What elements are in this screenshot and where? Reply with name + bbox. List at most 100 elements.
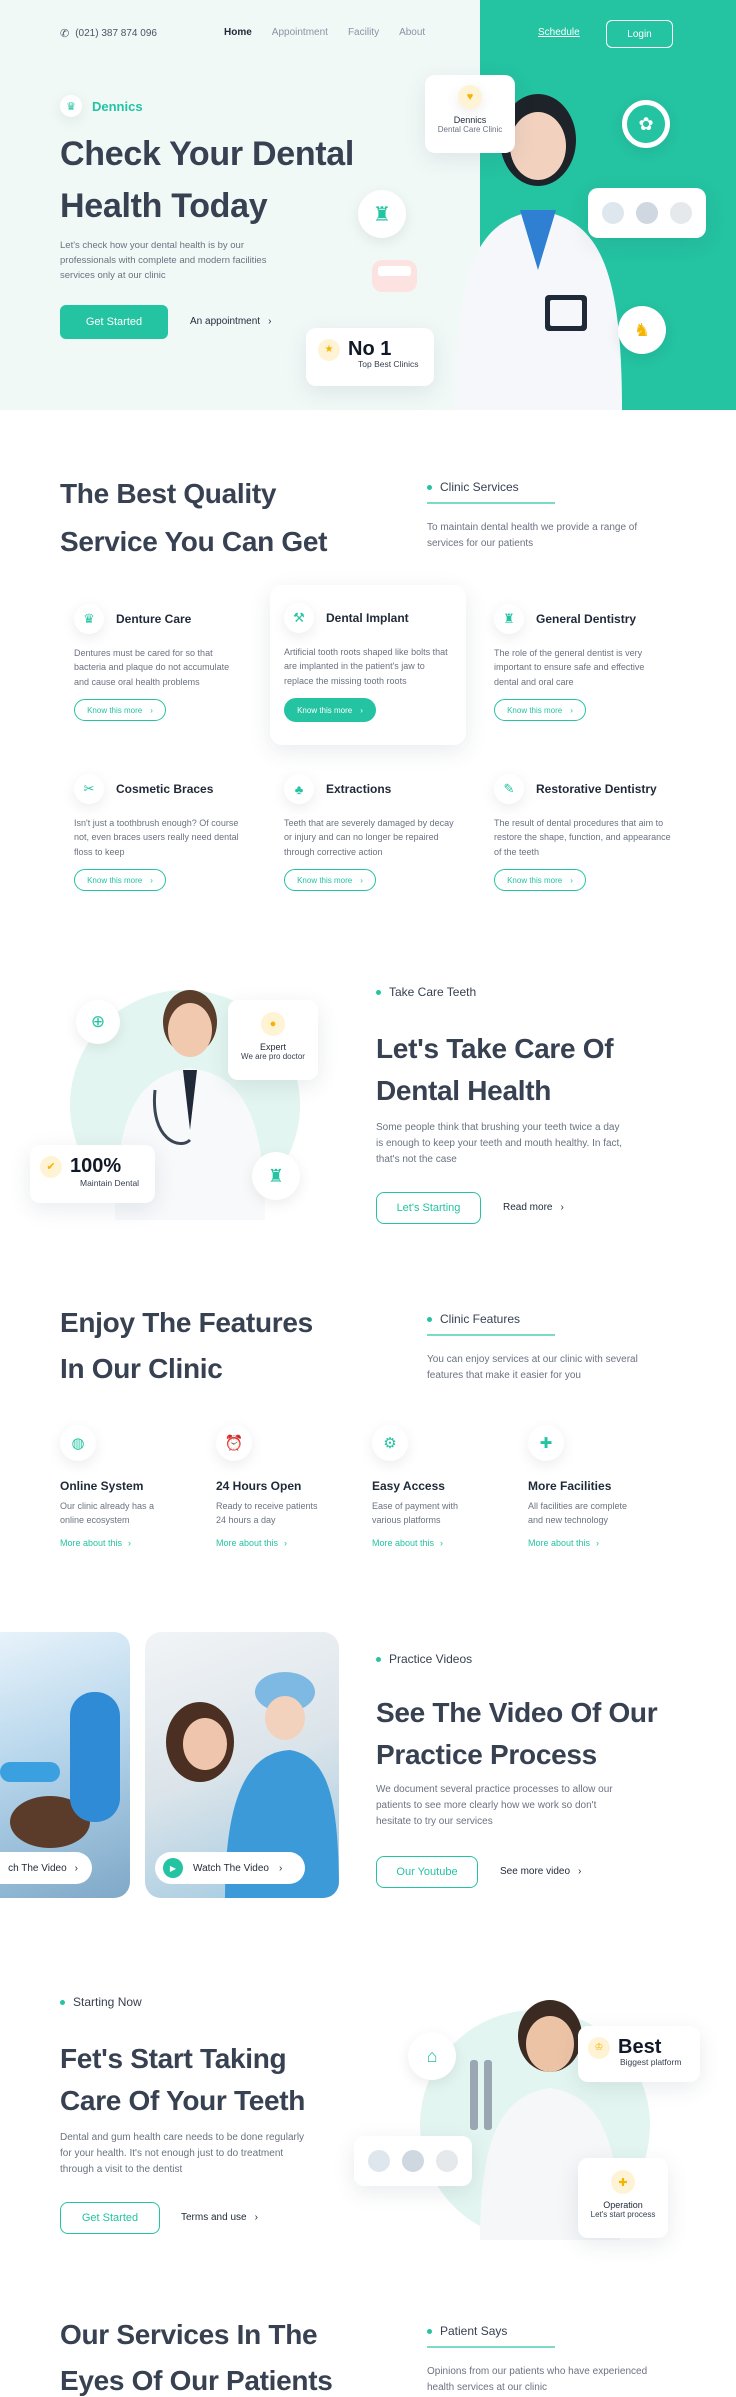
implant-icon: ⚒ <box>284 603 314 633</box>
chevron-right-icon: › <box>128 1537 132 1548</box>
header-phone[interactable]: ✆ (021) 387 874 096 <box>60 27 157 40</box>
care-starting-button[interactable]: Let's Starting <box>376 1192 481 1224</box>
patients-intro: Opinions from our patients who have expe… <box>427 2366 648 2393</box>
chevron-right-icon: › <box>360 875 363 885</box>
nav-appointment[interactable]: Appointment <box>272 27 328 38</box>
terms-link[interactable]: Terms and use › <box>181 2212 258 2223</box>
know-more-label: Know this more <box>507 705 563 715</box>
service-card[interactable]: ♛ Denture Care Dentures must be cared fo… <box>60 590 260 730</box>
service-name: Restorative Dentistry <box>536 782 657 796</box>
service-card[interactable]: ♜ General Dentistry The role of the gene… <box>480 590 680 730</box>
extraction-icon: ♣ <box>284 774 314 804</box>
service-desc: The result of dental procedures that aim… <box>494 818 671 857</box>
feature-name: More Facilities <box>528 1479 612 1493</box>
videos-tag: Practice Videos <box>376 1652 472 1666</box>
access-icon: ⚙ <box>372 1425 408 1461</box>
care-tooth-right-icon: ♜ <box>252 1152 300 1200</box>
start-get-started-button[interactable]: Get Started <box>60 2202 160 2234</box>
watch-video-label: ch The Video <box>8 1862 67 1874</box>
badge-op-sub: Let's start process <box>590 2210 656 2219</box>
brand-name: Dennics <box>92 98 143 114</box>
chevron-right-icon: › <box>570 705 573 715</box>
feature-item: ◍ Online System Our clinic already has a… <box>60 1425 200 1548</box>
service-card[interactable]: ⚒ Dental Implant Artificial tooth roots … <box>270 585 466 745</box>
hero-brand-badge: ♥ Dennics Dental Care Clinic <box>425 75 515 153</box>
login-button[interactable]: Login <box>606 20 673 48</box>
see-more-video-link[interactable]: See more video › <box>500 1866 581 1877</box>
know-more-label: Know this more <box>87 705 143 715</box>
hero-section: ✆ (021) 387 874 096 Home Appointment Fac… <box>0 0 736 410</box>
service-card[interactable]: ♣ Extractions Teeth that are severely da… <box>270 760 470 900</box>
more-about-link[interactable]: More about this › <box>60 1538 200 1548</box>
hero-get-started-button[interactable]: Get Started <box>60 305 168 339</box>
feature-desc: Our clinic already has a online ecosyste… <box>60 1501 155 1526</box>
restore-icon: ✎ <box>494 774 524 804</box>
avatar <box>600 200 626 226</box>
service-card[interactable]: ✂ Cosmetic Braces Isn't just a toothbrus… <box>60 760 260 900</box>
avatar <box>434 2148 460 2174</box>
features-title-line2: In Our Clinic <box>60 1353 223 1384</box>
play-icon: ▶ <box>163 1858 183 1878</box>
tag-dot <box>427 2328 432 2334</box>
nav-facility[interactable]: Facility <box>348 27 379 38</box>
care-tooth-icon: ⊕ <box>76 1000 120 1044</box>
badge-pct-sub: Maintain Dental <box>80 1178 140 1188</box>
avatar <box>366 2148 392 2174</box>
know-more-button[interactable]: Know this more › <box>494 869 586 892</box>
hero-tooth-left-icon: ♜ <box>358 190 406 238</box>
know-more-button[interactable]: Know this more › <box>284 698 376 723</box>
know-more-label: Know this more <box>297 875 353 885</box>
know-more-button[interactable]: Know this more › <box>74 869 166 892</box>
youtube-button[interactable]: Our Youtube <box>376 1856 478 1888</box>
care-100-badge: ✔ 100% Maintain Dental <box>30 1145 155 1203</box>
service-card[interactable]: ✎ Restorative Dentistry The result of de… <box>480 760 690 900</box>
start-best-badge: ♔ Best Biggest platform <box>578 2026 700 2082</box>
more-about-link[interactable]: More about this › <box>216 1538 356 1548</box>
more-about-link[interactable]: More about this › <box>372 1538 512 1548</box>
care-read-more-link[interactable]: Read more › <box>503 1202 564 1213</box>
badge-best-title: Best <box>618 2036 662 2058</box>
user-icon: ● <box>261 1012 285 1036</box>
video-thumbnail-2[interactable]: ▶ Watch The Video › <box>145 1632 339 1898</box>
know-more-button[interactable]: Know this more › <box>494 699 586 722</box>
globe-icon: ◍ <box>60 1425 96 1461</box>
services-title: The Best Quality Service You Can Get <box>60 470 327 566</box>
more-about-label: More about this <box>60 1537 123 1548</box>
service-name: Cosmetic Braces <box>116 782 214 796</box>
videos-description: We document several practice processes t… <box>376 1784 613 1827</box>
watch-video-button[interactable]: ch The Video › <box>0 1852 92 1884</box>
know-more-button[interactable]: Know this more › <box>74 699 166 722</box>
more-about-label: More about this <box>216 1537 279 1548</box>
hero-title-line1: Check Your Dental <box>60 135 355 173</box>
video-thumbnail-1[interactable]: ch The Video › <box>0 1632 130 1898</box>
badge-op-title: Operation <box>603 2200 643 2210</box>
badge-tooth-icon: ♥ <box>458 85 482 109</box>
chevron-right-icon: › <box>360 705 363 715</box>
start-title-line2: Care Of Your Teeth <box>60 2085 306 2116</box>
videos-title: See The Video Of Our Practice Process <box>376 1692 658 1776</box>
features-tag-underline <box>427 1334 555 1336</box>
know-more-button[interactable]: Know this more › <box>284 869 376 892</box>
watch-video-button[interactable]: ▶ Watch The Video › <box>155 1852 305 1884</box>
videos-title-line2: Practice Process <box>376 1739 597 1770</box>
tag-dot <box>427 1316 432 1322</box>
hero-appointment-link[interactable]: An appointment › <box>190 316 271 327</box>
more-about-link[interactable]: More about this › <box>528 1538 668 1548</box>
avatar <box>668 200 694 226</box>
main-nav: Home Appointment Facility About <box>224 27 425 38</box>
denture-icon: ♛ <box>74 604 104 634</box>
chevron-right-icon: › <box>596 1537 600 1548</box>
patients-tag-underline <box>427 2346 555 2348</box>
patients-title-line2: Eyes Of Our Patients <box>60 2365 333 2396</box>
phone-number: (021) 387 874 096 <box>75 28 157 39</box>
appointment-label: An appointment <box>190 316 261 327</box>
services-intro: To maintain dental health we provide a r… <box>427 522 638 549</box>
start-description: Dental and gum health care needs to be d… <box>60 2132 305 2175</box>
features-tag: Clinic Features <box>427 1312 520 1326</box>
braces-icon: ✂ <box>74 774 104 804</box>
service-desc: The role of the general dentist is very … <box>494 648 645 687</box>
schedule-link[interactable]: Schedule <box>538 27 580 38</box>
nav-home[interactable]: Home <box>224 27 252 38</box>
care-title: Let's Take Care Of Dental Health <box>376 1028 614 1112</box>
nav-about[interactable]: About <box>399 27 425 38</box>
